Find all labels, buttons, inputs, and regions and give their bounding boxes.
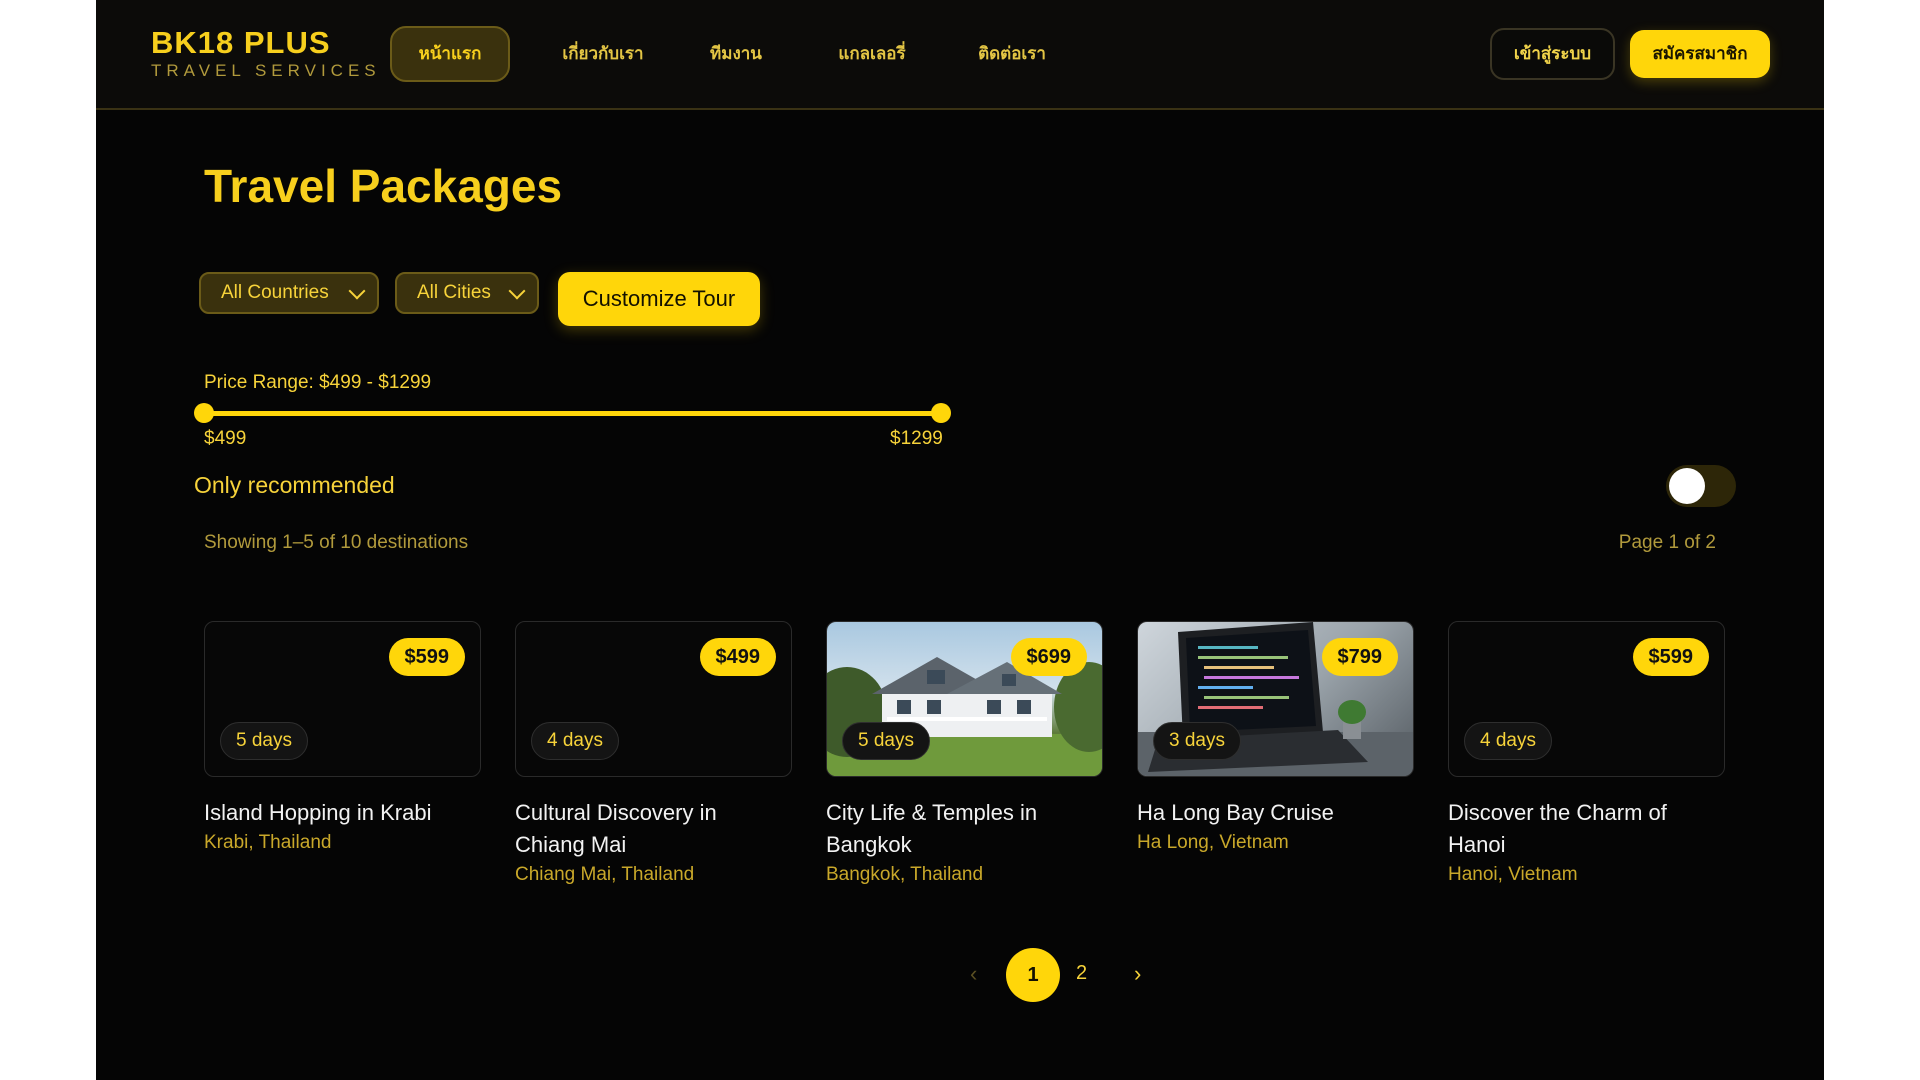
results-count: Showing 1–5 of 10 destinations <box>204 532 469 553</box>
price-min-label: $499 <box>204 428 247 449</box>
duration-badge: 5 days <box>842 722 930 760</box>
package-title: Cultural Discovery in Chiang Mai <box>515 800 717 857</box>
brand-tagline: TRAVEL SERVICES <box>151 61 381 80</box>
pagination-prev-icon[interactable]: ‹ <box>970 961 977 987</box>
price-range-fill <box>204 411 941 416</box>
nav-gallery[interactable]: แกลเลอรี่ <box>822 26 922 82</box>
nav-home[interactable]: หน้าแรก <box>390 26 510 82</box>
city-select[interactable]: All Cities <box>395 272 539 314</box>
price-max-handle[interactable] <box>931 403 951 423</box>
package-location: Chiang Mai, Thailand <box>515 864 695 885</box>
package-title: Ha Long Bay Cruise <box>1137 800 1334 825</box>
price-badge: $499 <box>699 638 776 676</box>
price-min-handle[interactable] <box>194 403 214 423</box>
pagination-page-1[interactable]: 1 <box>1006 948 1060 1002</box>
package-location: Krabi, Thailand <box>204 832 332 853</box>
package-image: $699 5 days <box>826 621 1103 777</box>
package-image: $799 3 days <box>1137 621 1414 777</box>
price-max-label: $1299 <box>890 428 943 449</box>
price-range-slider[interactable] <box>194 403 951 423</box>
app-window: BK18 PLUS TRAVEL SERVICES หน้าแรก เกี่ยว… <box>96 0 1824 1080</box>
package-card[interactable]: $599 5 days Island Hopping in Krabi Krab… <box>204 621 481 857</box>
country-select-value: All Countries <box>221 282 329 303</box>
package-card[interactable]: $599 4 days Discover the Charm of Hanoi … <box>1448 621 1725 889</box>
duration-badge: 4 days <box>531 722 619 760</box>
nav-contact[interactable]: ติดต่อเรา <box>962 26 1062 82</box>
package-title: Island Hopping in Krabi <box>204 800 432 825</box>
package-card[interactable]: $499 4 days Cultural Discovery in Chiang… <box>515 621 792 889</box>
brand-name: BK18 PLUS <box>151 25 331 60</box>
pagination-next-icon[interactable]: › <box>1134 961 1141 987</box>
page-title: Travel Packages <box>204 160 563 212</box>
package-title: Discover the Charm of Hanoi <box>1448 800 1667 857</box>
city-select-value: All Cities <box>417 282 491 303</box>
package-image: $599 4 days <box>1448 621 1725 777</box>
package-location: Hanoi, Vietnam <box>1448 864 1578 885</box>
price-badge: $599 <box>1632 638 1709 676</box>
price-range-label: Price Range: $499 - $1299 <box>204 372 432 393</box>
package-image: $599 5 days <box>204 621 481 777</box>
pagination-page-2[interactable]: 2 <box>1076 962 1087 985</box>
brand-logo[interactable]: BK18 PLUS TRAVEL SERVICES <box>151 26 381 82</box>
page-indicator: Page 1 of 2 <box>1618 532 1716 553</box>
login-button[interactable]: เข้าสู่ระบบ <box>1490 28 1615 80</box>
package-image: $499 4 days <box>515 621 792 777</box>
package-location: Ha Long, Vietnam <box>1137 832 1289 853</box>
package-location: Bangkok, Thailand <box>826 864 984 885</box>
customize-tour-button[interactable]: Customize Tour <box>558 272 760 326</box>
chevron-down-icon <box>348 282 366 300</box>
price-badge: $699 <box>1010 638 1087 676</box>
nav-team[interactable]: ทีมงาน <box>696 26 776 82</box>
nav-about[interactable]: เกี่ยวกับเรา <box>548 26 658 82</box>
package-card[interactable]: $799 3 days Ha Long Bay Cruise Ha Long, … <box>1137 621 1414 857</box>
chevron-down-icon <box>508 282 526 300</box>
duration-badge: 3 days <box>1153 722 1241 760</box>
duration-badge: 4 days <box>1464 722 1552 760</box>
only-recommended-label: Only recommended <box>194 472 395 498</box>
country-select[interactable]: All Countries <box>199 272 379 314</box>
top-navbar: BK18 PLUS TRAVEL SERVICES หน้าแรก เกี่ยว… <box>96 0 1824 110</box>
duration-badge: 5 days <box>220 722 308 760</box>
price-badge: $799 <box>1321 638 1398 676</box>
price-badge: $599 <box>388 638 465 676</box>
signup-button[interactable]: สมัครสมาชิก <box>1630 30 1770 78</box>
package-title: City Life & Temples in Bangkok <box>826 800 1038 857</box>
package-card[interactable]: $699 5 days City Life & Temples in Bangk… <box>826 621 1103 889</box>
toggle-knob <box>1669 468 1705 504</box>
only-recommended-toggle[interactable] <box>1666 465 1736 507</box>
